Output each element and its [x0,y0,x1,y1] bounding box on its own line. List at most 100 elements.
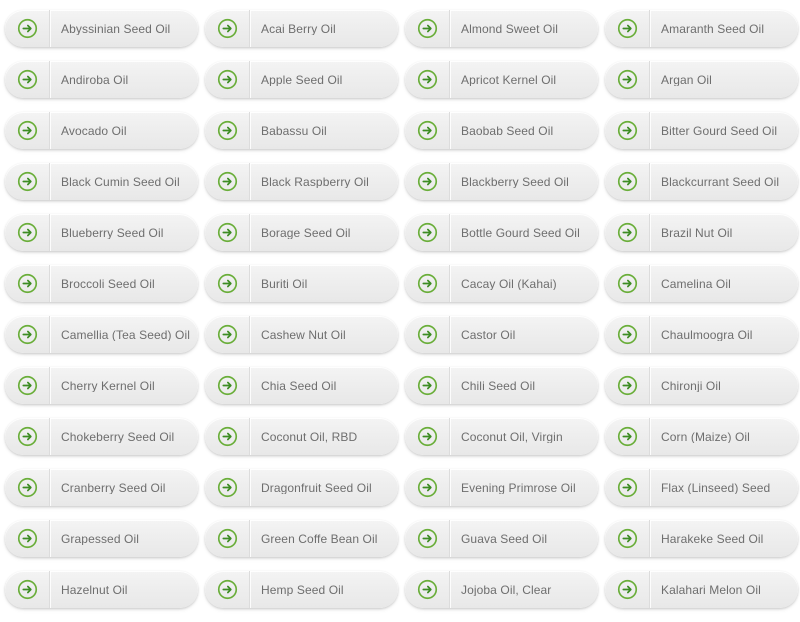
circle-arrow-right-icon [205,61,250,98]
oil-button-label: Almond Sweet Oil [461,22,558,35]
circle-arrow-right-icon [605,265,650,302]
oil-button-label: Black Raspberry Oil [261,175,369,188]
oil-button[interactable]: Blackberry Seed Oil [405,163,598,200]
oil-button-label: Amaranth Seed Oil [661,22,765,35]
oil-button-label: Blackcurrant Seed Oil [661,175,780,188]
oil-button[interactable]: Chokeberry Seed Oil [5,418,198,455]
circle-arrow-right-icon [205,520,250,557]
circle-arrow-right-icon [5,367,50,404]
oil-button-label: Coconut Oil, RBD [261,430,358,443]
oil-button[interactable]: Flax (Linseed) Seed [605,469,798,506]
circle-arrow-right-icon [5,61,50,98]
oil-button[interactable]: Hazelnut Oil [5,571,198,608]
oil-button[interactable]: Blackcurrant Seed Oil [605,163,798,200]
oil-button-label: Bottle Gourd Seed Oil [461,226,580,239]
oil-button-label: Brazil Nut Oil [661,226,733,239]
circle-arrow-right-icon [605,163,650,200]
oil-button[interactable]: Brazil Nut Oil [605,214,798,251]
circle-arrow-right-icon [5,520,50,557]
oil-button[interactable]: Evening Primrose Oil [405,469,598,506]
oil-button[interactable]: Almond Sweet Oil [405,10,598,47]
oil-button[interactable]: Coconut Oil, Virgin [405,418,598,455]
oil-button[interactable]: Cranberry Seed Oil [5,469,198,506]
oil-button-label: Green Coffe Bean Oil [261,532,378,545]
circle-arrow-right-icon [405,520,450,557]
oil-button[interactable]: Castor Oil [405,316,598,353]
circle-arrow-right-icon [405,163,450,200]
oil-button[interactable]: Kalahari Melon Oil [605,571,798,608]
oil-button[interactable]: Argan Oil [605,61,798,98]
oil-button[interactable]: Cacay Oil (Kahai) [405,265,598,302]
circle-arrow-right-icon [205,418,250,455]
circle-arrow-right-icon [605,418,650,455]
oil-button[interactable]: Chaulmoogra Oil [605,316,798,353]
circle-arrow-right-icon [205,367,250,404]
circle-arrow-right-icon [605,214,650,251]
oil-button[interactable]: Harakeke Seed Oil [605,520,798,557]
oil-button-label: Chaulmoogra Oil [661,328,753,341]
oil-button-label: Argan Oil [661,73,712,86]
oil-button[interactable]: Camelina Oil [605,265,798,302]
oil-button[interactable]: Green Coffe Bean Oil [205,520,398,557]
oil-button[interactable]: Corn (Maize) Oil [605,418,798,455]
oil-button[interactable]: Coconut Oil, RBD [205,418,398,455]
circle-arrow-right-icon [405,316,450,353]
oil-button[interactable]: Avocado Oil [5,112,198,149]
circle-arrow-right-icon [405,214,450,251]
oil-button-label: Chokeberry Seed Oil [61,430,175,443]
circle-arrow-right-icon [405,571,450,608]
oil-button-label: Chia Seed Oil [261,379,337,392]
oil-button-label: Grapessed Oil [61,532,139,545]
oil-button[interactable]: Bottle Gourd Seed Oil [405,214,598,251]
oil-button-label: Abyssinian Seed Oil [61,22,171,35]
oil-button-label: Cherry Kernel Oil [61,379,155,392]
oil-button[interactable]: Borage Seed Oil [205,214,398,251]
oil-button[interactable]: Abyssinian Seed Oil [5,10,198,47]
oil-button-label: Hazelnut Oil [61,583,128,596]
oil-button-label: Babassu Oil [261,124,327,137]
oil-button[interactable]: Chironji Oil [605,367,798,404]
oil-button[interactable]: Black Raspberry Oil [205,163,398,200]
oil-button-label: Harakeke Seed Oil [661,532,764,545]
oil-button-label: Cashew Nut Oil [261,328,346,341]
oil-button[interactable]: Amaranth Seed Oil [605,10,798,47]
oil-button-label: Blueberry Seed Oil [61,226,164,239]
oil-button[interactable]: Baobab Seed Oil [405,112,598,149]
oil-button[interactable]: Chia Seed Oil [205,367,398,404]
oil-button[interactable]: Andiroba Oil [5,61,198,98]
oil-button-label: Avocado Oil [61,124,127,137]
oil-button-label: Chironji Oil [661,379,721,392]
oil-button[interactable]: Cherry Kernel Oil [5,367,198,404]
oil-button[interactable]: Broccoli Seed Oil [5,265,198,302]
circle-arrow-right-icon [405,10,450,47]
oil-button[interactable]: Camellia (Tea Seed) Oil [5,316,198,353]
oil-button[interactable]: Guava Seed Oil [405,520,598,557]
oil-button-label: Broccoli Seed Oil [61,277,155,290]
circle-arrow-right-icon [5,265,50,302]
oil-button[interactable]: Dragonfruit Seed Oil [205,469,398,506]
circle-arrow-right-icon [405,61,450,98]
oil-button[interactable]: Buriti Oil [205,265,398,302]
oil-button[interactable]: Blueberry Seed Oil [5,214,198,251]
circle-arrow-right-icon [205,571,250,608]
oil-button-label: Black Cumin Seed Oil [61,175,180,188]
oil-button[interactable]: Apricot Kernel Oil [405,61,598,98]
oil-button[interactable]: Cashew Nut Oil [205,316,398,353]
circle-arrow-right-icon [605,469,650,506]
oil-button[interactable]: Black Cumin Seed Oil [5,163,198,200]
oil-button[interactable]: Babassu Oil [205,112,398,149]
oil-button-label: Evening Primrose Oil [461,481,576,494]
oil-button-label: Baobab Seed Oil [461,124,554,137]
oil-button[interactable]: Jojoba Oil, Clear [405,571,598,608]
circle-arrow-right-icon [5,163,50,200]
oil-button-label: Bitter Gourd Seed Oil [661,124,778,137]
oil-button[interactable]: Bitter Gourd Seed Oil [605,112,798,149]
oil-button[interactable]: Grapessed Oil [5,520,198,557]
oil-button[interactable]: Chili Seed Oil [405,367,598,404]
circle-arrow-right-icon [205,469,250,506]
oil-button[interactable]: Hemp Seed Oil [205,571,398,608]
circle-arrow-right-icon [205,316,250,353]
oil-button[interactable]: Acai Berry Oil [205,10,398,47]
oil-button[interactable]: Apple Seed Oil [205,61,398,98]
circle-arrow-right-icon [405,265,450,302]
